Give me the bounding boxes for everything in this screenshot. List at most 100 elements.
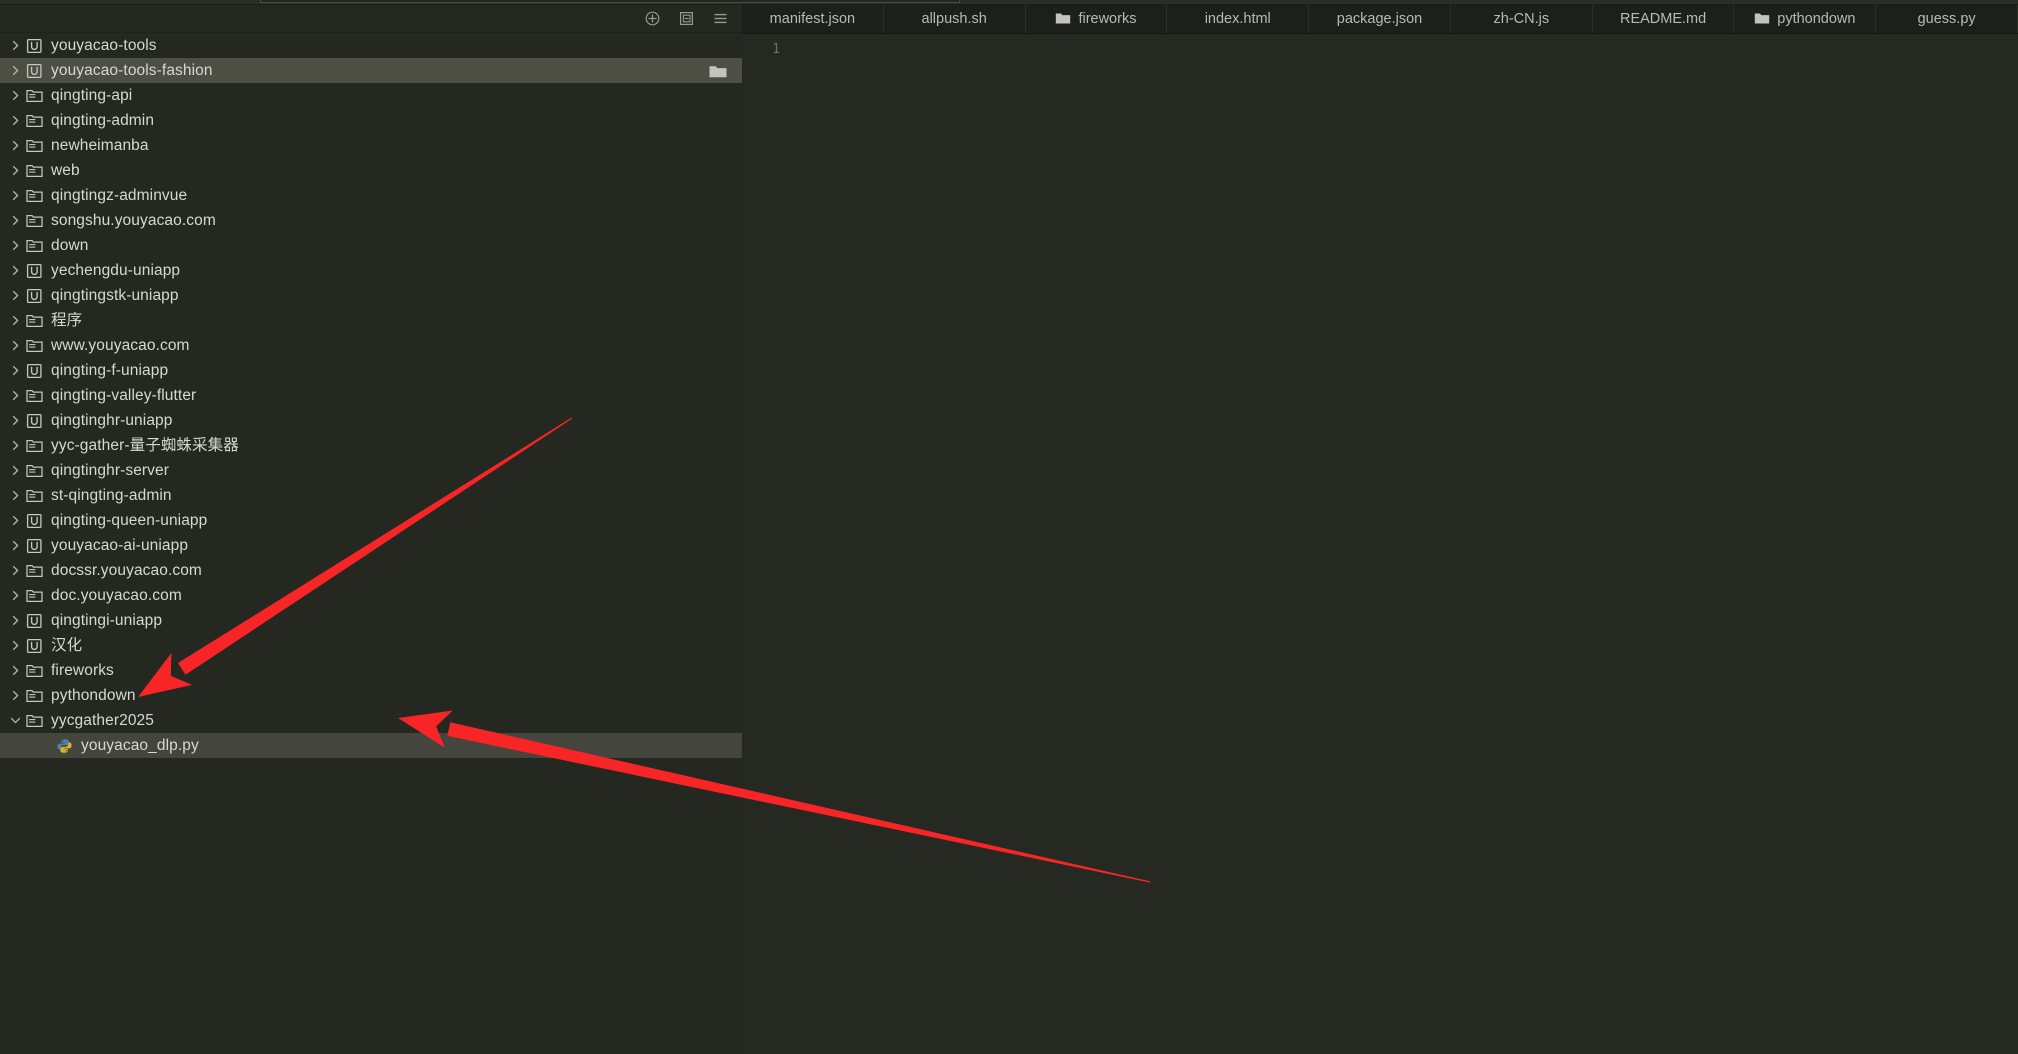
chevron-right-icon[interactable] <box>6 383 24 408</box>
tree-row[interactable]: qingtingstk-uniapp <box>0 283 742 308</box>
tree-item-label: newheimanba <box>51 137 149 154</box>
tree-item-label: qingtingstk-uniapp <box>51 287 179 304</box>
tree-item-label: yechengdu-uniapp <box>51 262 181 279</box>
menu-icon[interactable] <box>708 7 732 29</box>
tree-row[interactable]: 汉化 <box>0 633 742 658</box>
tree-row[interactable]: qingtingi-uniapp <box>0 608 742 633</box>
chevron-right-icon[interactable] <box>6 333 24 358</box>
tree-row[interactable]: qingting-valley-flutter <box>0 383 742 408</box>
tree-row[interactable]: yycgather2025 <box>0 708 742 733</box>
tree-item-label: yyc-gather-量子蜘蛛采集器 <box>51 437 239 454</box>
editor-tab-label: package.json <box>1336 10 1423 27</box>
tree-row[interactable]: st-qingting-admin <box>0 483 742 508</box>
editor-tab[interactable]: zh-CN.js <box>1450 4 1593 33</box>
tree-row[interactable]: yechengdu-uniapp <box>0 258 742 283</box>
tree-item-label: docssr.youyacao.com <box>51 562 202 579</box>
chevron-right-icon[interactable] <box>6 558 24 583</box>
tree-item-label: qingting-api <box>51 87 133 104</box>
chevron-right-icon[interactable] <box>6 483 24 508</box>
tree-row[interactable]: songshu.youyacao.com <box>0 208 742 233</box>
editor-tab[interactable]: allpush.sh <box>883 4 1026 33</box>
tree-row[interactable]: qingtinghr-server <box>0 458 742 483</box>
editor-tab-label: allpush.sh <box>921 10 987 27</box>
hbuilderx-window: youyacao-tools youyacao-tools-fashion qing… <box>0 0 2018 1054</box>
chevron-right-icon[interactable] <box>6 683 24 708</box>
editor-tab[interactable]: README.md <box>1592 4 1735 33</box>
uniapp-icon <box>24 508 44 533</box>
folder-icon <box>24 133 44 158</box>
chevron-right-icon[interactable] <box>6 433 24 458</box>
chevron-right-icon[interactable] <box>6 208 24 233</box>
tree-row[interactable]: youyacao_dlp.py <box>0 733 742 758</box>
tree-row[interactable]: doc.youyacao.com <box>0 583 742 608</box>
chevron-right-icon[interactable] <box>6 583 24 608</box>
tree-row[interactable]: qingting-queen-uniapp <box>0 508 742 533</box>
chevron-right-icon[interactable] <box>6 658 24 683</box>
chevron-down-icon[interactable] <box>6 708 24 733</box>
editor-tab-bar: manifest.json allpush.sh fireworks index.ht… <box>742 4 2018 34</box>
chevron-right-icon[interactable] <box>6 233 24 258</box>
tree-row[interactable]: 程序 <box>0 308 742 333</box>
tree-row[interactable]: pythondown <box>0 683 742 708</box>
chevron-right-icon[interactable] <box>6 358 24 383</box>
tree-row[interactable]: youyacao-ai-uniapp <box>0 533 742 558</box>
chevron-right-icon[interactable] <box>6 408 24 433</box>
uniapp-icon <box>24 283 44 308</box>
folder-icon <box>24 333 44 358</box>
chevron-right-icon[interactable] <box>6 633 24 658</box>
tree-item-label: youyacao-tools <box>51 37 157 54</box>
tree-item-label: down <box>51 237 89 254</box>
open-folder-icon[interactable] <box>708 58 728 83</box>
tree-row[interactable]: fireworks <box>0 658 742 683</box>
tree-row[interactable]: qingtingz-adminvue <box>0 183 742 208</box>
editor-tab-label: manifest.json <box>769 10 856 27</box>
editor-tab[interactable]: guess.py <box>1876 4 2018 33</box>
code-editor-area[interactable]: 1 <box>742 33 2018 1054</box>
tree-row[interactable]: docssr.youyacao.com <box>0 558 742 583</box>
editor-tab[interactable]: pythondown <box>1734 4 1877 33</box>
window-title-bar <box>0 0 2018 5</box>
collapse-panel-icon[interactable] <box>674 7 698 29</box>
editor-tab-label: fireworks <box>1078 10 1137 27</box>
chevron-right-icon[interactable] <box>6 183 24 208</box>
chevron-right-icon[interactable] <box>6 83 24 108</box>
folder-icon <box>1055 12 1071 25</box>
tree-item-label: doc.youyacao.com <box>51 587 182 604</box>
tree-row[interactable]: yyc-gather-量子蜘蛛采集器 <box>0 433 742 458</box>
folder-icon <box>1754 12 1770 25</box>
tree-row[interactable]: www.youyacao.com <box>0 333 742 358</box>
chevron-right-icon[interactable] <box>6 508 24 533</box>
tree-row[interactable]: qingtinghr-uniapp <box>0 408 742 433</box>
folder-icon <box>24 183 44 208</box>
chevron-right-icon[interactable] <box>6 133 24 158</box>
window-frame-inset <box>260 0 960 3</box>
new-file-icon[interactable] <box>640 7 664 29</box>
editor-tab[interactable]: manifest.json <box>742 4 884 33</box>
editor-tab[interactable]: index.html <box>1167 4 1310 33</box>
tree-row[interactable]: qingting-admin <box>0 108 742 133</box>
chevron-right-icon[interactable] <box>6 533 24 558</box>
tree-row[interactable]: youyacao-tools <box>0 33 742 58</box>
editor-tab[interactable]: package.json <box>1309 4 1451 33</box>
tree-row[interactable]: qingting-f-uniapp <box>0 358 742 383</box>
tree-row[interactable]: newheimanba <box>0 133 742 158</box>
tree-item-label: 程序 <box>51 312 83 329</box>
folder-icon <box>24 383 44 408</box>
chevron-right-icon[interactable] <box>6 108 24 133</box>
chevron-right-icon[interactable] <box>6 33 24 58</box>
chevron-right-icon[interactable] <box>6 458 24 483</box>
chevron-right-icon[interactable] <box>6 308 24 333</box>
folder-icon <box>24 208 44 233</box>
chevron-right-icon[interactable] <box>6 283 24 308</box>
tree-row[interactable]: qingting-api <box>0 83 742 108</box>
chevron-right-icon[interactable] <box>6 258 24 283</box>
line-number-1: 1 <box>772 42 780 57</box>
python-icon <box>54 733 74 758</box>
chevron-right-icon[interactable] <box>6 158 24 183</box>
tree-row[interactable]: youyacao-tools-fashion <box>0 58 742 83</box>
editor-tab[interactable]: fireworks <box>1025 4 1168 33</box>
tree-row[interactable]: web <box>0 158 742 183</box>
chevron-right-icon[interactable] <box>6 608 24 633</box>
tree-row[interactable]: down <box>0 233 742 258</box>
chevron-right-icon[interactable] <box>6 58 24 83</box>
